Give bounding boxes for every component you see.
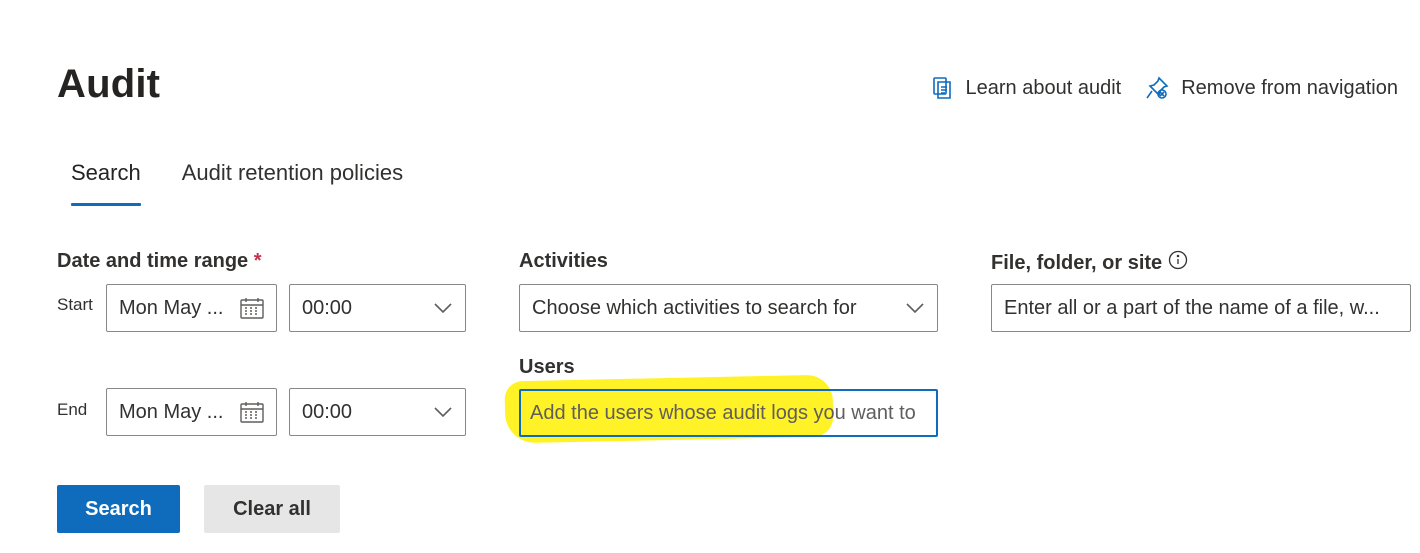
calendar-icon xyxy=(240,401,264,423)
tab-search[interactable]: Search xyxy=(71,160,141,206)
tab-list: Search Audit retention policies xyxy=(71,160,403,206)
activities-dropdown[interactable]: Choose which activities to search for xyxy=(519,284,938,332)
chevron-down-icon xyxy=(433,406,453,418)
unpin-icon xyxy=(1145,76,1169,100)
remove-from-navigation-link[interactable]: Remove from navigation xyxy=(1145,76,1398,100)
chevron-down-icon xyxy=(905,302,925,314)
tab-audit-retention-policies[interactable]: Audit retention policies xyxy=(182,160,403,206)
required-mark: * xyxy=(253,250,262,272)
users-input-field[interactable] xyxy=(521,391,936,435)
file-site-input[interactable]: Enter all or a part of the name of a fil… xyxy=(991,284,1411,332)
date-range-label: Date and time range * xyxy=(57,250,262,273)
calendar-icon xyxy=(240,297,264,319)
clear-all-button[interactable]: Clear all xyxy=(204,485,340,533)
info-icon[interactable] xyxy=(1168,250,1188,276)
search-button[interactable]: Search xyxy=(57,485,180,533)
page-title: Audit xyxy=(57,62,161,106)
activities-placeholder: Choose which activities to search for xyxy=(532,296,857,319)
file-site-placeholder: Enter all or a part of the name of a fil… xyxy=(1004,296,1380,319)
end-time-dropdown[interactable]: 00:00 xyxy=(289,388,466,436)
learn-about-audit-link[interactable]: Learn about audit xyxy=(932,76,1122,100)
start-date-picker[interactable]: Mon May ... xyxy=(106,284,277,332)
end-date-picker[interactable]: Mon May ... xyxy=(106,388,277,436)
start-label: Start xyxy=(57,295,93,314)
start-time-dropdown[interactable]: 00:00 xyxy=(289,284,466,332)
learn-about-audit-label: Learn about audit xyxy=(965,76,1122,99)
end-date-value: Mon May ... xyxy=(119,400,224,423)
document-icon xyxy=(932,76,954,100)
start-time-value: 00:00 xyxy=(302,296,353,319)
chevron-down-icon xyxy=(433,302,453,314)
users-label: Users xyxy=(519,356,575,378)
end-time-value: 00:00 xyxy=(302,400,353,423)
remove-from-navigation-label: Remove from navigation xyxy=(1181,76,1398,99)
end-label: End xyxy=(57,400,88,419)
activities-label: Activities xyxy=(519,250,608,272)
header-actions: Learn about audit Remove from navigation xyxy=(932,76,1398,100)
file-site-label: File, folder, or site xyxy=(991,250,1188,276)
file-site-label-text: File, folder, or site xyxy=(991,251,1163,274)
start-date-value: Mon May ... xyxy=(119,296,224,319)
date-range-label-text: Date and time range xyxy=(57,250,249,272)
users-input[interactable] xyxy=(519,389,938,437)
